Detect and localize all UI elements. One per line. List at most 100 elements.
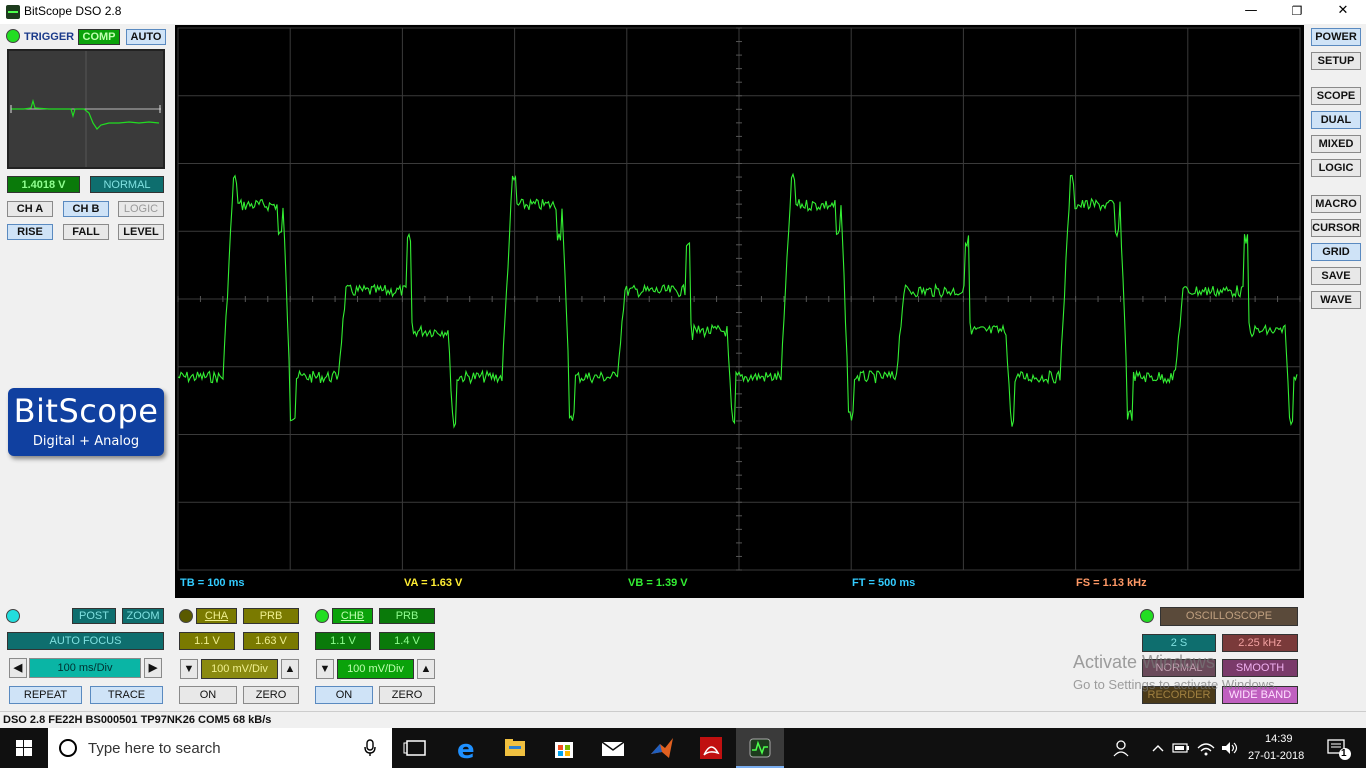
matlab-icon[interactable] bbox=[638, 728, 686, 768]
scope-grid bbox=[177, 27, 1301, 571]
trace-button[interactable]: TRACE bbox=[90, 686, 163, 704]
store-icon[interactable] bbox=[540, 728, 588, 768]
search-placeholder: Type here to search bbox=[88, 740, 221, 757]
wave-button[interactable]: WAVE bbox=[1311, 291, 1361, 309]
windows-taskbar: Type here to search e 14:39 27-01-2018 1 bbox=[0, 728, 1366, 768]
close-button[interactable]: ✕ bbox=[1320, 0, 1366, 24]
window-title: BitScope DSO 2.8 bbox=[24, 4, 122, 18]
capture-duration[interactable]: 2 S bbox=[1142, 634, 1216, 652]
channel-a-zero-button[interactable]: ZERO bbox=[243, 686, 299, 704]
macro-button[interactable]: MACRO bbox=[1311, 195, 1361, 213]
trigger-preview-scope bbox=[7, 49, 165, 169]
taskbar-search-box[interactable]: Type here to search bbox=[48, 728, 392, 768]
zoom-button[interactable]: ZOOM bbox=[122, 608, 164, 624]
channel-b-scale-down-button[interactable]: ▼ bbox=[316, 659, 334, 679]
channel-a-on-button[interactable]: ON bbox=[179, 686, 237, 704]
svg-text:e: e bbox=[457, 735, 475, 765]
notification-count: 1 bbox=[1341, 748, 1347, 759]
capture-rate[interactable]: 2.25 kHz bbox=[1222, 634, 1298, 652]
va-readout: VA = 1.63 V bbox=[404, 577, 463, 589]
show-hidden-icons-chevron-up-icon[interactable] bbox=[1146, 728, 1170, 768]
waveform-graph bbox=[177, 27, 1301, 571]
channel-b-scale-up-button[interactable]: ▲ bbox=[417, 659, 435, 679]
trigger-logic-button[interactable]: LOGIC bbox=[118, 201, 164, 217]
channel-a-name-button[interactable]: CHA bbox=[196, 608, 237, 624]
task-view-icon[interactable] bbox=[392, 728, 440, 768]
activate-windows-subtitle: Go to Settings to activate Windows. bbox=[1073, 677, 1279, 692]
action-center-icon[interactable]: 1 bbox=[1318, 728, 1358, 768]
trigger-level-button[interactable]: LEVEL bbox=[118, 224, 164, 240]
microphone-icon[interactable] bbox=[364, 739, 376, 757]
channel-a-scale-down-button[interactable]: ▼ bbox=[180, 659, 198, 679]
smooth-button[interactable]: SMOOTH bbox=[1222, 659, 1298, 677]
channel-b-on-button[interactable]: ON bbox=[315, 686, 373, 704]
ft-readout: FT = 500 ms bbox=[852, 577, 916, 589]
clock-time[interactable]: 14:39 bbox=[1265, 733, 1293, 745]
channel-b-value[interactable]: 1.4 V bbox=[379, 632, 435, 650]
trigger-voltage-display[interactable]: 1.4018 V bbox=[7, 176, 80, 193]
logo-tagline: Digital + Analog bbox=[32, 434, 140, 449]
cursor-button[interactable]: CURSOR bbox=[1311, 219, 1361, 237]
maximize-button[interactable]: ❐ bbox=[1274, 0, 1320, 24]
fs-readout: FS = 1.13 kHz bbox=[1076, 577, 1147, 589]
grid-button[interactable]: GRID bbox=[1311, 243, 1361, 261]
channel-b-zero-button[interactable]: ZERO bbox=[379, 686, 435, 704]
trigger-ch-b-button[interactable]: CH B bbox=[63, 201, 109, 217]
post-button[interactable]: POST bbox=[72, 608, 116, 624]
trigger-fall-button[interactable]: FALL bbox=[63, 224, 109, 240]
timebase-value[interactable]: 100 ms/Div bbox=[29, 658, 141, 678]
minimize-button[interactable]: — bbox=[1228, 0, 1274, 24]
vb-readout: VB = 1.39 V bbox=[628, 577, 688, 589]
title-bar: BitScope DSO 2.8 — ❐ ✕ bbox=[0, 0, 1366, 24]
activate-windows-title: Activate Windows bbox=[1073, 652, 1216, 672]
channel-b-scale[interactable]: 100 mV/Div bbox=[337, 659, 414, 679]
power-button[interactable]: POWER bbox=[1311, 28, 1361, 46]
trigger-auto-button[interactable]: AUTO bbox=[126, 29, 166, 45]
channel-b-probe-button[interactable]: PRB bbox=[379, 608, 435, 624]
capture-mode-button[interactable]: OSCILLOSCOPE bbox=[1160, 607, 1298, 626]
auto-focus-button[interactable]: AUTO FOCUS bbox=[7, 632, 164, 650]
wifi-icon[interactable] bbox=[1194, 728, 1218, 768]
scope-display[interactable] bbox=[175, 25, 1304, 598]
windows-start-icon[interactable] bbox=[0, 728, 48, 768]
repeat-button[interactable]: REPEAT bbox=[9, 686, 82, 704]
channel-a-value[interactable]: 1.63 V bbox=[243, 632, 299, 650]
channel-trace bbox=[177, 172, 1298, 429]
trigger-rise-button[interactable]: RISE bbox=[7, 224, 53, 240]
capture-led bbox=[1140, 609, 1154, 623]
edge-browser-icon[interactable]: e bbox=[443, 728, 491, 768]
channel-a-probe-button[interactable]: PRB bbox=[243, 608, 299, 624]
bitscope-logo: BitScope Digital + Analog bbox=[8, 388, 164, 456]
channel-a-scale-up-button[interactable]: ▲ bbox=[281, 659, 299, 679]
clock-date[interactable]: 27-01-2018 bbox=[1248, 750, 1304, 762]
trigger-mode-display[interactable]: NORMAL bbox=[90, 176, 164, 193]
acrobat-reader-icon[interactable] bbox=[687, 728, 735, 768]
bitscope-taskbar-icon[interactable] bbox=[736, 728, 784, 768]
people-icon[interactable] bbox=[1108, 728, 1138, 768]
mixed-button[interactable]: MIXED bbox=[1311, 135, 1361, 153]
channel-a-offset[interactable]: 1.1 V bbox=[179, 632, 235, 650]
channel-b-offset[interactable]: 1.1 V bbox=[315, 632, 371, 650]
channel-a-scale[interactable]: 100 mV/Div bbox=[201, 659, 278, 679]
bitscope-window: BitScope DSO 2.8 — ❐ ✕ TRIGGER COMP AUTO… bbox=[0, 0, 1366, 768]
volume-icon[interactable] bbox=[1218, 728, 1242, 768]
channel-a-led bbox=[179, 609, 193, 623]
timebase-decrease-button[interactable]: ◀ bbox=[9, 658, 27, 678]
file-explorer-icon[interactable] bbox=[491, 728, 539, 768]
dual-button[interactable]: DUAL bbox=[1311, 111, 1361, 129]
timebase-increase-button[interactable]: ▶ bbox=[144, 658, 162, 678]
timebase-readout: TB = 100 ms bbox=[180, 577, 245, 589]
channel-b-name-button[interactable]: CHB bbox=[332, 608, 373, 624]
setup-button[interactable]: SETUP bbox=[1311, 52, 1361, 70]
trigger-ch-a-button[interactable]: CH A bbox=[7, 201, 53, 217]
logic-button[interactable]: LOGIC bbox=[1311, 159, 1361, 177]
mail-icon[interactable] bbox=[589, 728, 637, 768]
battery-icon[interactable] bbox=[1170, 728, 1192, 768]
timebase-led bbox=[6, 609, 20, 623]
status-text: DSO 2.8 FE22H BS000501 TP97NK26 COM5 68 … bbox=[3, 714, 272, 726]
save-button[interactable]: SAVE bbox=[1311, 267, 1361, 285]
trigger-comp-button[interactable]: COMP bbox=[78, 29, 120, 45]
trigger-label: TRIGGER bbox=[24, 31, 75, 43]
trigger-status-led bbox=[6, 29, 20, 43]
scope-button[interactable]: SCOPE bbox=[1311, 87, 1361, 105]
